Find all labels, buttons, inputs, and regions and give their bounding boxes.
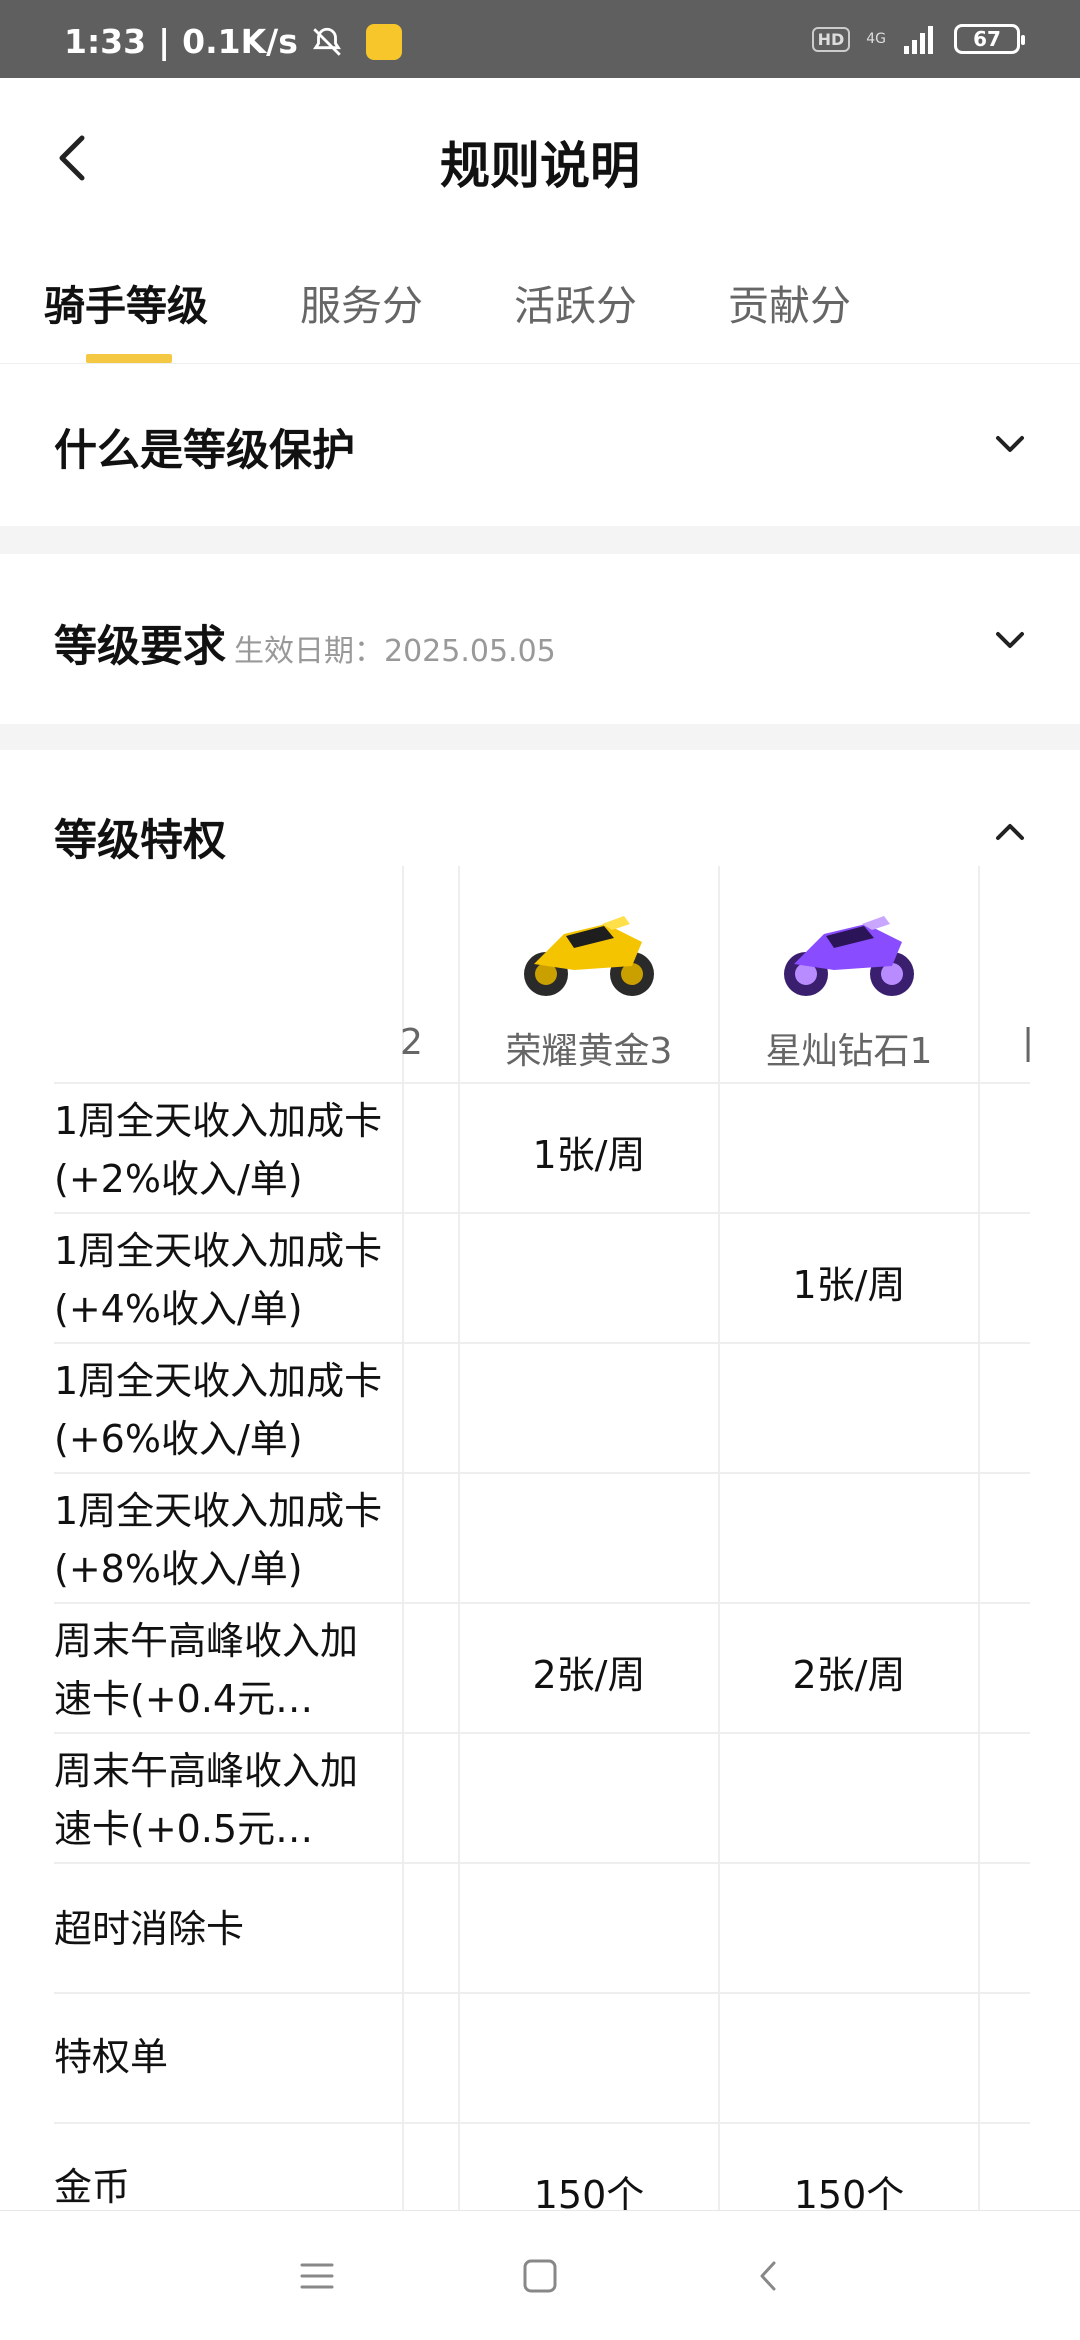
table-cell: 2张/周 <box>792 1653 906 1697</box>
row-label: 周末午高峰收入加速卡(+0.5元… <box>54 1749 359 1851</box>
back-icon[interactable] <box>744 2251 794 2301</box>
row-label: 周末午高峰收入加速卡(+0.4元… <box>54 1619 359 1721</box>
row-label: 1周全天收入加成卡(+8%收入/单) <box>54 1489 383 1591</box>
purple-motorcycle-icon <box>784 916 914 996</box>
tab-active-indicator <box>86 354 172 363</box>
partial-column-header-right: | <box>1022 1022 1030 1062</box>
privileges-table[interactable]: 2 荣耀黄金3 星灿钻石1 | 1周全天收入加成卡(+2%收入/单) 1张/周 … <box>54 866 1030 2210</box>
status-bar: 1:33 | 0.1K/s HD 4G 67 <box>0 0 1080 78</box>
tab-rider-level[interactable]: 骑手等级 <box>44 272 208 332</box>
row-label: 超时消除卡 <box>54 1907 245 1951</box>
tab-bar: 骑手等级 服务分 活跃分 贡献分 <box>0 258 1080 364</box>
table-cell: 1张/周 <box>792 1263 906 1307</box>
battery-level: 67 <box>973 27 1001 51</box>
status-right: HD 4G 67 <box>811 24 1025 54</box>
table-cell: 2张/周 <box>532 1653 646 1697</box>
grid-line <box>54 1992 1030 1994</box>
header: 规则说明 <box>0 78 1080 238</box>
menu-icon[interactable] <box>292 2251 342 2301</box>
status-speed: 0.1K/s <box>182 22 298 61</box>
grid-line <box>54 1862 1030 1864</box>
column-name-diamond1: 星灿钻石1 <box>765 1031 933 1072</box>
home-icon[interactable] <box>515 2251 565 2301</box>
column-header-diamond1: 星灿钻石1 <box>720 866 978 1082</box>
gold-motorcycle-icon <box>524 916 654 996</box>
grid-line <box>54 1602 1030 1604</box>
network-label: 4G <box>866 31 886 47</box>
page-title: 规则说明 <box>440 137 640 195</box>
system-nav-bar <box>0 2210 1080 2340</box>
section-title-privileges: 等级特权 <box>54 816 226 866</box>
grid-line <box>402 866 404 2210</box>
table-cell: 150个 <box>793 2173 905 2210</box>
requirements-title: 等级要求 <box>54 622 226 672</box>
status-time: 1:33 <box>64 22 147 61</box>
section-title-protection: 什么是等级保护 <box>54 426 355 476</box>
grid-line <box>54 1472 1030 1474</box>
grid-line <box>54 2122 1030 2124</box>
grid-line <box>54 1212 1030 1214</box>
row-label: 特权单 <box>54 2035 169 2079</box>
status-separator: | <box>158 22 171 61</box>
row-label: 1周全天收入加成卡(+2%收入/单) <box>54 1099 383 1201</box>
grid-line <box>54 1732 1030 1734</box>
section-divider <box>0 724 1080 750</box>
effective-date: 生效日期：2025.05.05 <box>234 634 556 669</box>
mute-icon <box>312 27 341 56</box>
column-header-gold3: 荣耀黄金3 <box>460 866 718 1082</box>
section-level-protection[interactable]: 什么是等级保护 <box>0 364 1080 526</box>
grid-line <box>978 866 980 2210</box>
chevron-down-icon <box>996 436 1024 452</box>
row-label: 1周全天收入加成卡(+4%收入/单) <box>54 1229 383 1331</box>
grid-line <box>54 1082 1030 1084</box>
chevron-down-icon <box>996 632 1024 648</box>
table-cell: 150个 <box>533 2173 645 2210</box>
partial-column-header: 2 <box>400 1022 423 1063</box>
section-title-requirements: 等级要求 生效日期：2025.05.05 <box>54 612 556 674</box>
table-cell: 1张/周 <box>532 1133 646 1177</box>
tab-activity-score[interactable]: 活跃分 <box>514 272 637 332</box>
grid-line <box>54 1342 1030 1344</box>
row-label: 1周全天收入加成卡(+6%收入/单) <box>54 1359 383 1461</box>
app-notification-icon <box>365 23 402 60</box>
tab-service-score[interactable]: 服务分 <box>300 272 423 332</box>
section-level-requirements[interactable]: 等级要求 生效日期：2025.05.05 <box>0 554 1080 724</box>
row-label: 金币 <box>54 2165 131 2209</box>
tab-contribution-score[interactable]: 贡献分 <box>728 272 851 332</box>
column-name-gold3: 荣耀黄金3 <box>505 1031 673 1072</box>
status-left: 1:33 | 0.1K/s <box>64 22 402 61</box>
hd-badge: HD <box>811 26 851 52</box>
chevron-up-icon <box>996 824 1024 840</box>
section-level-privileges[interactable]: 等级特权 <box>0 750 1080 866</box>
signal-icon <box>904 26 933 54</box>
section-divider <box>0 526 1080 554</box>
battery-icon: 67 <box>954 24 1025 54</box>
